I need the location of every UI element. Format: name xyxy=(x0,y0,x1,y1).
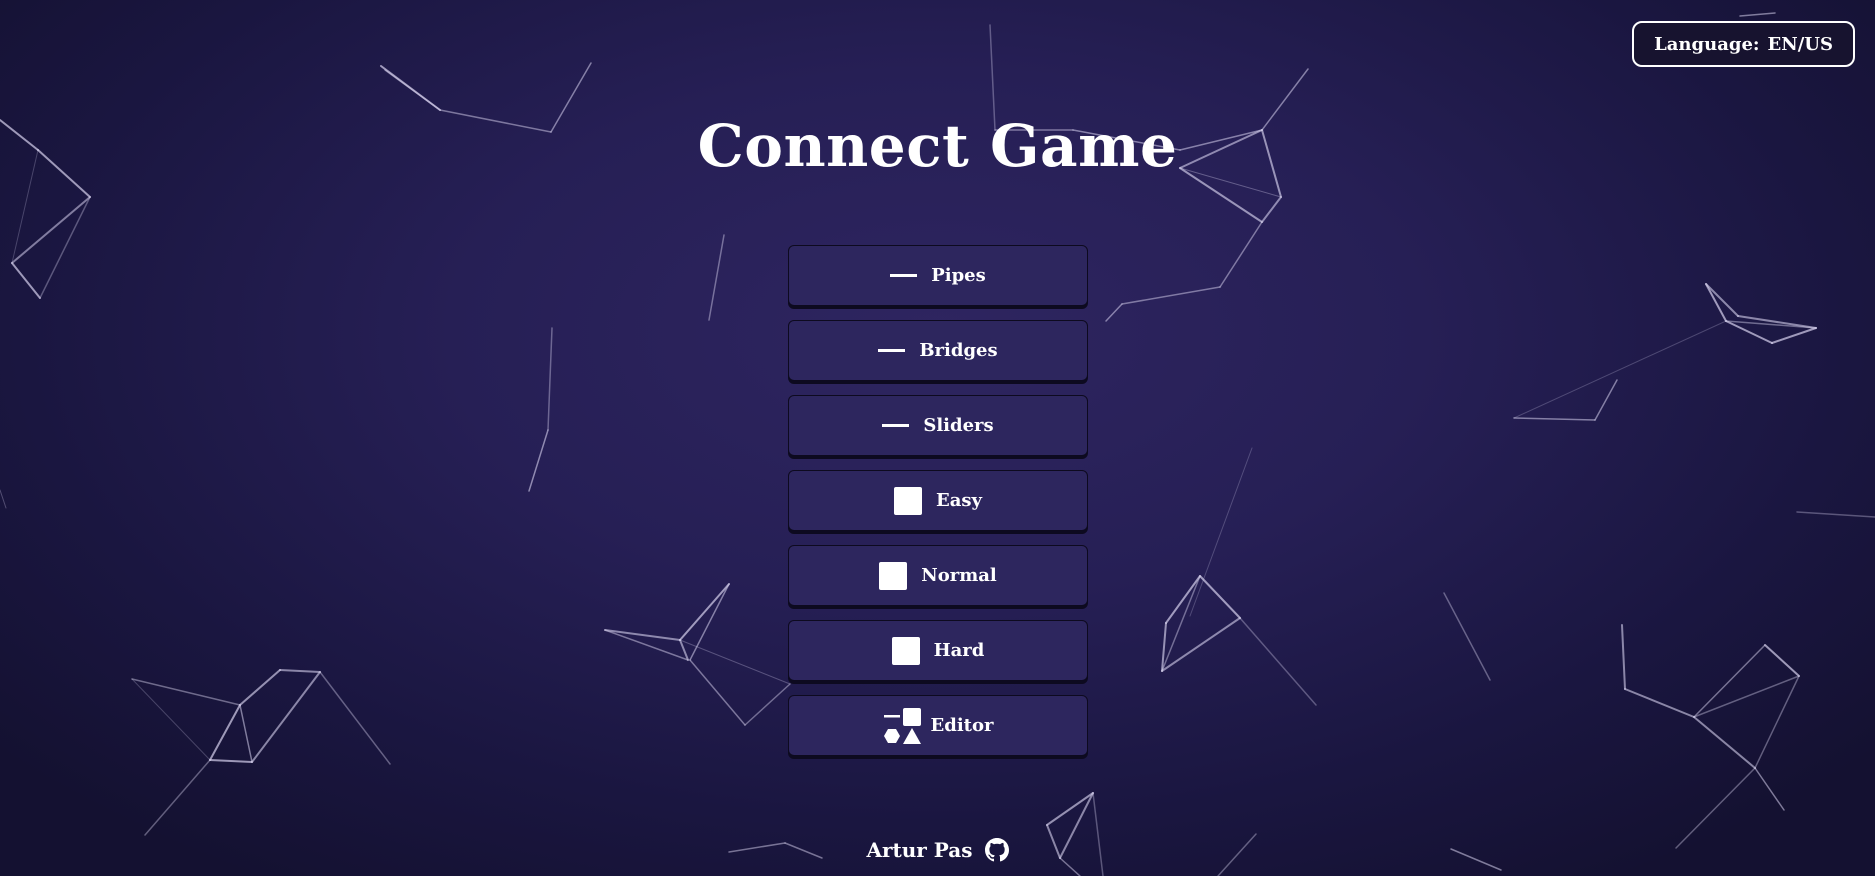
network-line xyxy=(1771,327,1817,344)
editor-label: Editor xyxy=(930,715,994,736)
game-mode-menu: Pipes Bridges Sliders Easy Normal Hard E… xyxy=(788,245,1088,770)
network-line xyxy=(1675,767,1756,849)
network-line xyxy=(1764,644,1800,677)
network-line xyxy=(1705,283,1739,317)
network-line xyxy=(279,669,321,673)
editor-button[interactable]: Editor xyxy=(788,695,1088,756)
network-line xyxy=(1105,303,1123,322)
footer: Artur Pas xyxy=(0,838,1875,862)
language-button[interactable]: Language: EN/US xyxy=(1632,21,1855,67)
square-icon xyxy=(891,636,920,665)
network-line xyxy=(1161,575,1201,672)
network-line xyxy=(39,196,91,299)
dash-icon xyxy=(878,349,906,352)
network-line xyxy=(604,629,681,641)
hard-label: Hard xyxy=(933,640,985,661)
sliders-button[interactable]: Sliders xyxy=(788,395,1088,456)
network-line xyxy=(1189,447,1253,617)
dash-icon xyxy=(882,424,910,427)
square-icon xyxy=(879,561,908,590)
dash-icon xyxy=(890,274,918,277)
network-line xyxy=(689,659,746,726)
network-line xyxy=(708,234,725,321)
network-line xyxy=(1739,12,1776,17)
network-line xyxy=(319,671,391,765)
network-line xyxy=(1046,792,1094,826)
network-line xyxy=(239,669,281,706)
network-line xyxy=(209,704,241,761)
language-label: Language: xyxy=(1654,33,1760,55)
network-line xyxy=(1737,315,1817,329)
network-line xyxy=(1624,688,1695,718)
network-line xyxy=(1693,675,1800,718)
network-line xyxy=(144,759,211,836)
network-line xyxy=(1705,283,1727,322)
network-line xyxy=(604,629,689,661)
network-line xyxy=(1594,379,1618,421)
network-line xyxy=(1199,575,1241,619)
page-title: Connect Game xyxy=(697,112,1178,180)
network-line xyxy=(239,704,253,763)
easy-button[interactable]: Easy xyxy=(788,470,1088,531)
square-icon xyxy=(894,486,922,515)
network-line xyxy=(11,196,91,264)
pipes-label: Pipes xyxy=(931,265,986,286)
network-line xyxy=(1443,592,1491,681)
easy-label: Easy xyxy=(936,490,982,511)
sliders-label: Sliders xyxy=(923,415,994,436)
network-line xyxy=(1621,624,1626,690)
network-line xyxy=(384,69,441,111)
network-line xyxy=(1239,617,1317,706)
network-line xyxy=(1693,716,1756,769)
network-line xyxy=(11,262,41,299)
network-line xyxy=(1754,767,1785,811)
bridges-label: Bridges xyxy=(919,340,998,361)
network-line xyxy=(547,327,553,431)
github-icon[interactable] xyxy=(984,838,1009,862)
network-line xyxy=(679,639,791,685)
network-line xyxy=(1261,196,1282,223)
network-line xyxy=(1693,644,1766,718)
network-line xyxy=(1092,792,1104,876)
network-line xyxy=(1161,617,1241,672)
normal-button[interactable]: Normal xyxy=(788,545,1088,606)
shapes-icon xyxy=(883,707,921,744)
network-line xyxy=(1513,320,1727,419)
pipes-button[interactable]: Pipes xyxy=(788,245,1088,306)
normal-label: Normal xyxy=(921,565,997,586)
network-line xyxy=(1513,417,1596,421)
network-line xyxy=(1121,286,1221,305)
author-name[interactable]: Artur Pas xyxy=(866,838,972,862)
network-line xyxy=(0,489,7,509)
network-line xyxy=(1165,575,1201,624)
network-line xyxy=(744,683,791,726)
network-line xyxy=(209,759,253,763)
language-value: EN/US xyxy=(1767,33,1833,55)
network-line xyxy=(528,429,549,492)
network-line xyxy=(1219,221,1263,288)
hard-button[interactable]: Hard xyxy=(788,620,1088,681)
bridges-button[interactable]: Bridges xyxy=(788,320,1088,381)
network-line xyxy=(131,678,211,761)
network-line xyxy=(1796,511,1875,518)
network-line xyxy=(131,678,241,706)
